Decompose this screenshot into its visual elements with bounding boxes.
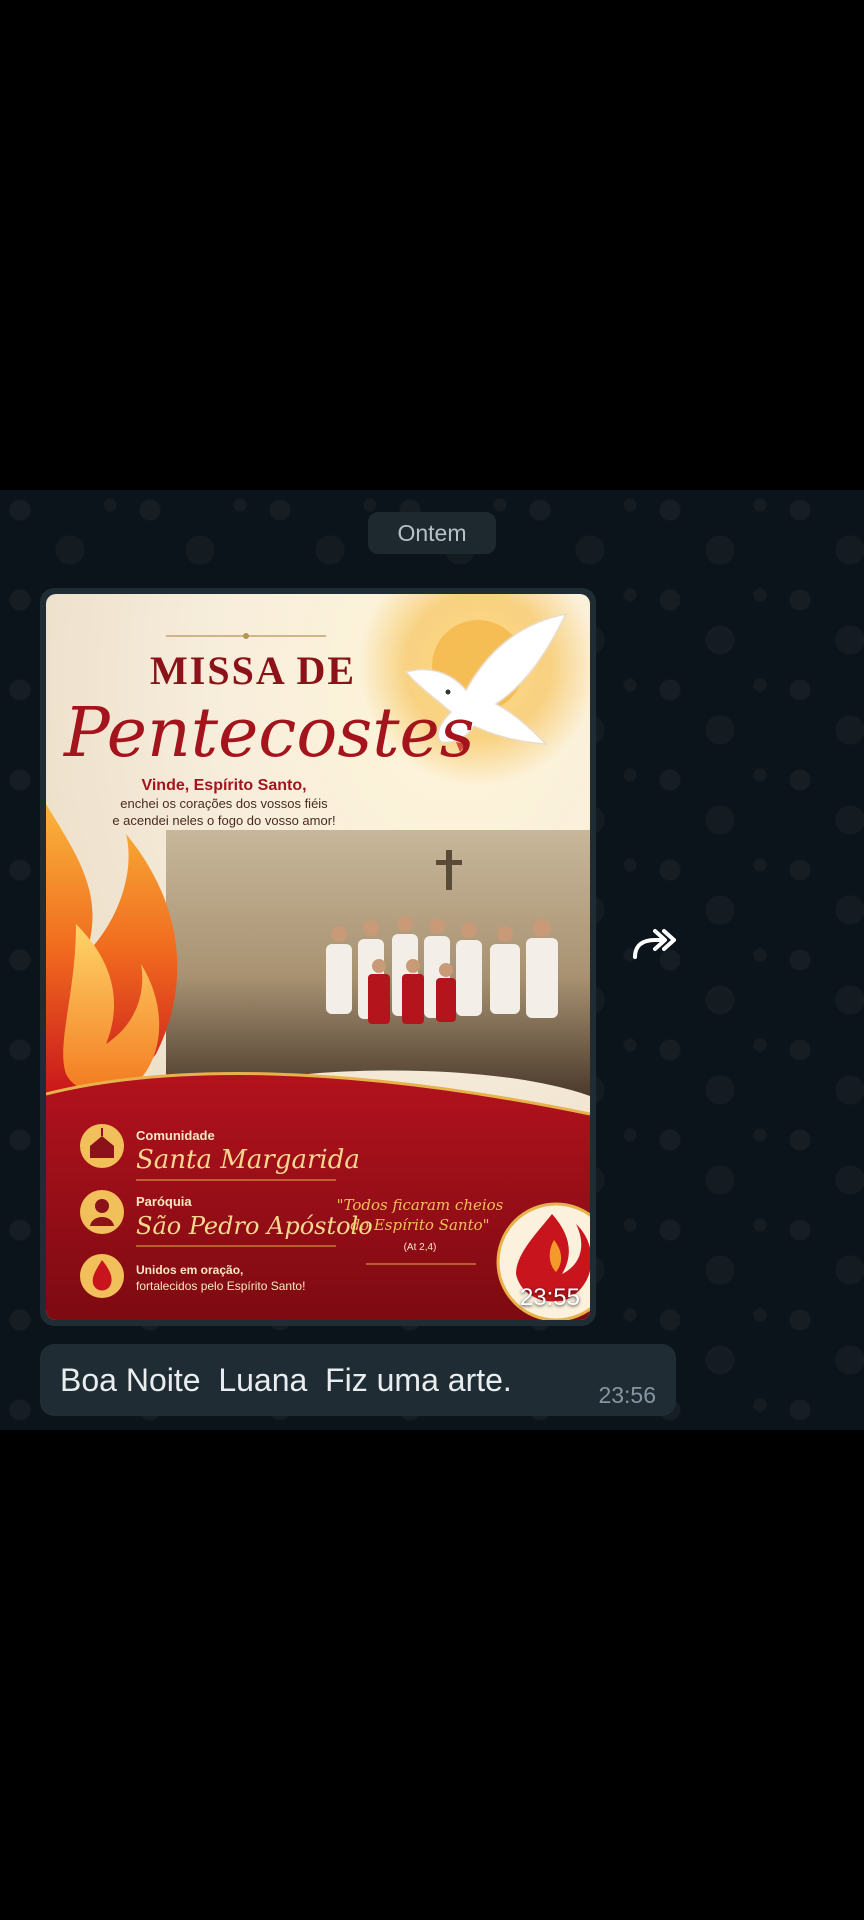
poster-title-top: MISSA DE [150,648,356,693]
poster-title-main: Pentecostes [62,694,475,773]
fire-icon [80,1254,124,1298]
community-name: Santa Margarida [136,1145,360,1175]
community-label: Comunidade [136,1128,215,1143]
forward-icon [633,929,676,959]
poster-subtitle-line3: e acendei neles o fogo do vosso amor! [112,813,335,828]
poster-subtitle-bold: Vinde, Espírito Santo, [141,777,306,794]
united-line1: Unidos em oração, [136,1263,243,1277]
poster-graphic: MISSA DE Pentecostes Vinde, Espírito San… [46,594,590,1320]
poster-subtitle-line2: enchei os corações dos vossos fiéis [120,796,328,811]
forward-button[interactable] [630,920,678,968]
text-message[interactable]: Boa Noite Luana Fiz uma arte. 23:56 [40,1344,676,1416]
quote-line1: "Todos ficaram cheios [337,1196,504,1214]
united-line2: fortalecidos pelo Espírito Santo! [136,1279,305,1293]
message-timestamp: 23:56 [598,1382,656,1408]
group-photo [166,830,590,1096]
parish-name: São Pedro Apóstolo [136,1212,373,1240]
quote-ref: (At 2,4) [404,1242,437,1253]
poster-image[interactable]: MISSA DE Pentecostes Vinde, Espírito San… [46,594,590,1320]
saint-icon [80,1190,124,1234]
quote-line2: do Espírito Santo" [350,1216,489,1234]
image-message[interactable]: MISSA DE Pentecostes Vinde, Espírito San… [40,588,596,1326]
image-timestamp: 23:55 [519,1284,580,1311]
message-text: Boa Noite Luana Fiz uma arte. [60,1362,512,1398]
parish-label: Paróquia [136,1194,192,1209]
chat-area[interactable]: Ontem MISSA DE Pentecostes Vinde, Espíri… [0,490,864,1430]
church-icon [80,1124,124,1168]
date-divider: Ontem [368,512,496,554]
